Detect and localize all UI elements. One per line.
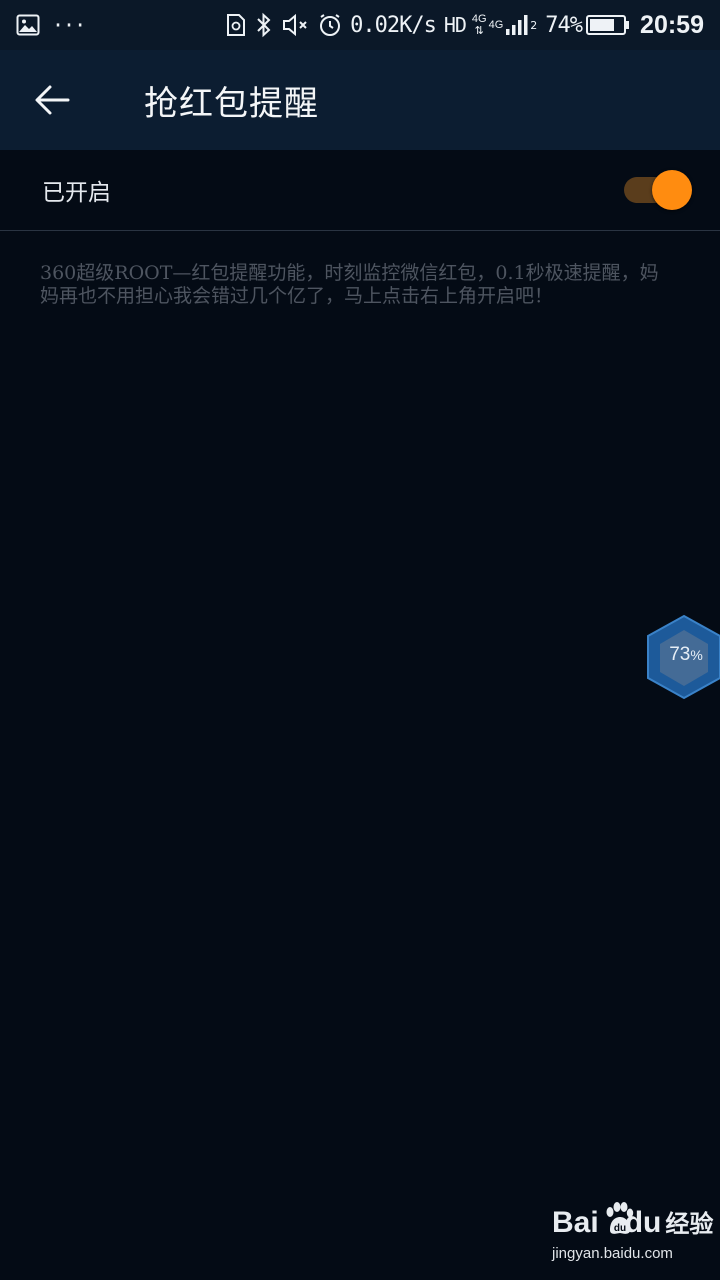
alarm-icon xyxy=(318,13,342,37)
hd-badge: HD xyxy=(443,13,467,37)
watermark-url: jingyan.baidu.com xyxy=(552,1245,673,1262)
status-bar: ··· 0.02K/s HD 4G ⇅ 4G 2 74% 20:59 xyxy=(0,0,720,50)
arrow-left-icon xyxy=(35,85,70,115)
baidu-jingyan-watermark: Bai du 经验 du jingyan.baidu.com xyxy=(552,1200,713,1270)
data-arrows-icon: ⇅ xyxy=(474,24,484,37)
battery-icon xyxy=(586,14,630,36)
bluetooth-icon xyxy=(254,12,274,38)
toggle-thumb xyxy=(652,170,692,210)
float-ball-value: 73% xyxy=(669,644,703,665)
mute-icon xyxy=(282,13,310,37)
status-bar-left: ··· xyxy=(16,13,86,37)
back-button[interactable] xyxy=(2,50,102,150)
reminder-toggle[interactable] xyxy=(622,170,692,210)
feature-description: 360超级ROOT—红包提醒功能，时刻监控微信红包，0.1秒极速提醒，妈妈再也不… xyxy=(40,262,659,307)
sim-icon xyxy=(226,13,246,37)
svg-text:du: du xyxy=(614,1223,626,1234)
app-header: 抢红包提醒 xyxy=(0,50,720,150)
paw-icon: du xyxy=(606,1202,634,1234)
sim2-label: 2 xyxy=(530,18,538,32)
clock-time: 20:59 xyxy=(640,10,704,39)
network-type-1: 4G ⇅ xyxy=(471,13,487,37)
setting-label: 已开启 xyxy=(42,180,111,206)
network-speed: 0.02K/s xyxy=(350,12,437,38)
page-title: 抢红包提醒 xyxy=(144,83,319,124)
status-bar-right: 0.02K/s HD 4G ⇅ 4G 2 74% 20:59 xyxy=(218,11,704,40)
battery-percent: 74% xyxy=(545,12,583,38)
more-dots-icon: ··· xyxy=(52,13,86,37)
memory-float-ball[interactable]: 73% xyxy=(646,614,720,700)
signal-icon xyxy=(505,14,529,36)
setting-row-reminder: 已开启 xyxy=(0,150,720,231)
image-icon xyxy=(16,14,40,36)
network-type-2: 4G xyxy=(488,18,504,31)
